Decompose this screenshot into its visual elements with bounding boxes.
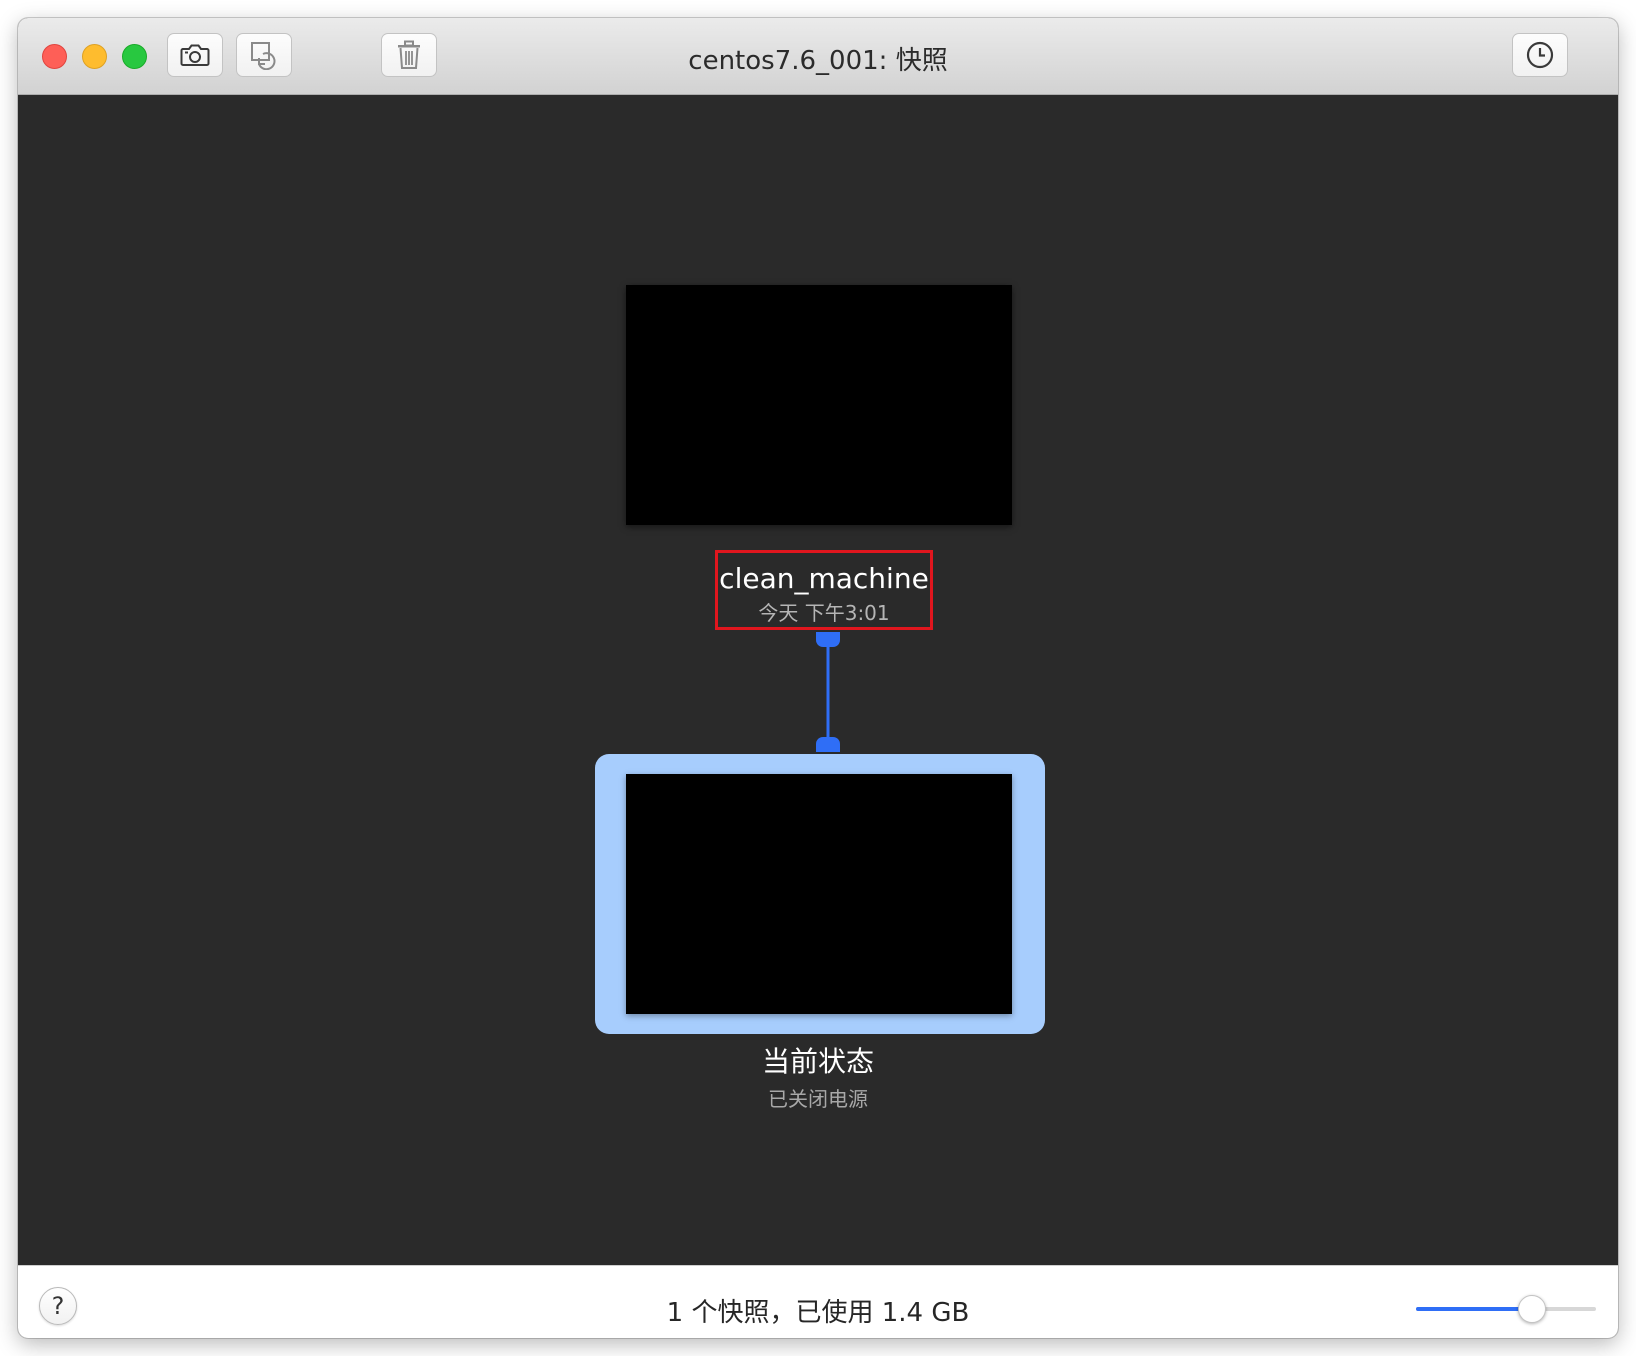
zoom-slider-knob[interactable]	[1518, 1295, 1546, 1323]
status-bar: ? 1 个快照，已使用 1.4 GB	[18, 1265, 1618, 1338]
snapshot-connector	[816, 632, 840, 752]
window-title: centos7.6_001: 快照	[688, 46, 948, 76]
snapshot-time: 今天 下午3:01	[758, 601, 890, 625]
current-state-status: 已关闭电源	[768, 1087, 868, 1111]
current-state-name: 当前状态	[761, 1045, 874, 1078]
snapshot-tree-canvas: clean_machine 今天 下午3:01 当前状态 已关闭电源	[18, 95, 1618, 1265]
current-state-thumbnail	[626, 774, 1012, 1014]
current-state-selection[interactable]	[595, 754, 1045, 1034]
snapshot-summary: 1 个快照，已使用 1.4 GB	[666, 1298, 970, 1328]
snapshot-window: centos7.6_001: 快照 clean_machine 今天 下午3:0…	[18, 18, 1618, 1338]
history-button[interactable]	[1512, 33, 1568, 77]
zoom-slider[interactable]	[1416, 1292, 1596, 1324]
snapshot-thumbnail[interactable]	[626, 285, 1012, 525]
clock-icon	[1525, 40, 1555, 70]
snapshot-name: clean_machine	[719, 562, 929, 595]
title-bar: centos7.6_001: 快照	[18, 18, 1618, 95]
zoom-slider-fill	[1416, 1307, 1532, 1311]
snapshot-label-highlight[interactable]: clean_machine 今天 下午3:01	[715, 550, 933, 630]
